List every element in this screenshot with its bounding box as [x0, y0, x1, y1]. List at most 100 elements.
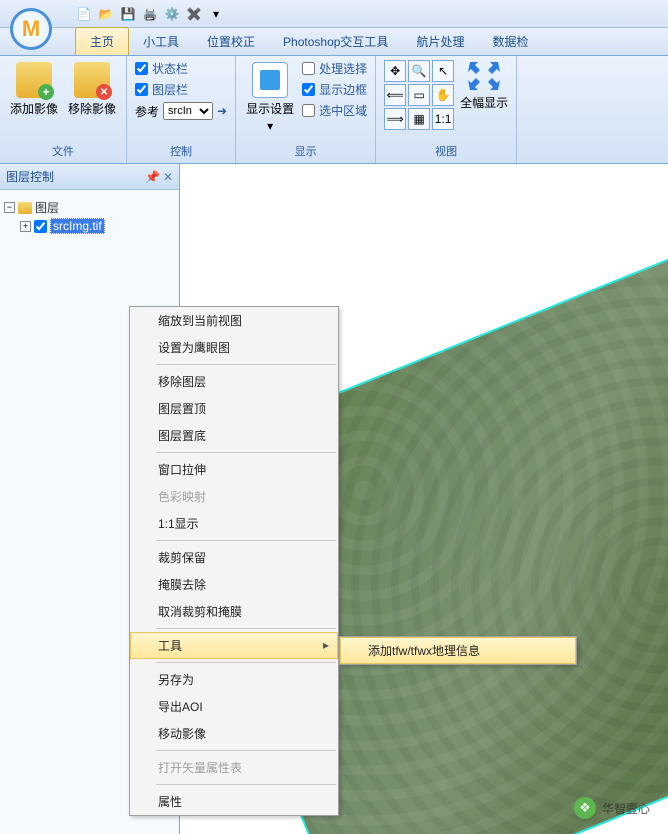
print-icon[interactable]: 🖨️ — [140, 4, 160, 24]
ribbon-tabs: 主页 小工具 位置校正 Photoshop交互工具 航片处理 数据检 — [0, 28, 668, 56]
context-submenu: 添加tfw/tfwx地理信息 — [339, 636, 577, 665]
statusbar-label: 状态栏 — [152, 60, 188, 77]
panel-title: 图层控制 — [6, 168, 54, 185]
layerbar-checkbox[interactable] — [135, 83, 148, 96]
prev-icon[interactable]: ⟸ — [384, 84, 406, 106]
tab-aerial[interactable]: 航片处理 — [402, 28, 478, 55]
root-label: 图层 — [35, 199, 59, 216]
menu-item[interactable]: 取消裁剪和掩膜 — [130, 598, 338, 625]
watermark: ❖ 华智壹心 — [574, 797, 650, 819]
tab-photoshop[interactable]: Photoshop交互工具 — [269, 28, 402, 55]
zoom-icon[interactable]: 🔍 — [408, 60, 430, 82]
group-control: 状态栏 图层栏 参考 srcIn ➜ 控制 — [127, 56, 236, 163]
menu-item[interactable]: 缩放到当前视图 — [130, 307, 338, 334]
group-file-label: 文件 — [8, 141, 118, 161]
menu-item[interactable]: 工具 — [130, 632, 338, 659]
tree-root[interactable]: − 图层 — [4, 198, 175, 217]
panel-close-icon[interactable]: ✕ — [163, 170, 173, 184]
ref-label: 参考 — [135, 103, 159, 120]
remove-image-label: 移除影像 — [68, 100, 116, 117]
select-checkbox[interactable] — [302, 104, 315, 117]
pin-icon[interactable]: 📌 — [145, 170, 160, 184]
group-file: 添加影像 移除影像 文件 — [0, 56, 127, 163]
settings-icon[interactable]: ⚙️ — [162, 4, 182, 24]
add-image-button[interactable]: 添加影像 — [8, 60, 60, 119]
tab-position[interactable]: 位置校正 — [193, 28, 269, 55]
collapse-icon[interactable]: − — [4, 202, 15, 213]
layer-tree: − 图层 + srcImg.tif — [0, 190, 179, 243]
group-display: 显示设置 ▾ 处理选择 显示边框 选中区域 显示 — [236, 56, 376, 163]
add-image-icon — [16, 62, 52, 98]
menu-separator — [156, 540, 336, 541]
submenu-item[interactable]: 添加tfw/tfwx地理信息 — [340, 637, 576, 664]
full-extent-label: 全幅显示 — [460, 94, 508, 111]
view-tools-grid: ✥ 🔍 ↖ ⟸ ▭ ✋ ⟹ ▦ 1:1 — [384, 60, 454, 130]
layer-checkbox[interactable] — [34, 220, 47, 233]
group-view: ✥ 🔍 ↖ ⟸ ▭ ✋ ⟹ ▦ 1:1 全幅显示 视图 — [376, 56, 517, 163]
tab-data[interactable]: 数据检 — [478, 28, 542, 55]
menu-separator — [156, 784, 336, 785]
cursor-icon[interactable]: ↖ — [432, 60, 454, 82]
menu-item[interactable]: 移动影像 — [130, 720, 338, 747]
border-checkbox[interactable] — [302, 83, 315, 96]
layers-icon — [18, 202, 32, 214]
menu-separator — [156, 662, 336, 663]
wechat-icon: ❖ — [574, 797, 596, 819]
menu-separator — [156, 364, 336, 365]
context-menu: 缩放到当前视图设置为鹰眼图移除图层图层置顶图层置底窗口拉伸色彩映射1:1显示裁剪… — [129, 306, 339, 816]
menu-separator — [156, 452, 336, 453]
next-icon[interactable]: ⟹ — [384, 108, 406, 130]
pan-icon[interactable]: ✥ — [384, 60, 406, 82]
remove-image-icon — [74, 62, 110, 98]
menu-item[interactable]: 掩膜去除 — [130, 571, 338, 598]
display-icon — [252, 62, 288, 98]
hand-icon[interactable]: ✋ — [432, 84, 454, 106]
border-label: 显示边框 — [319, 81, 367, 98]
layerbar-label: 图层栏 — [152, 81, 188, 98]
menu-item[interactable]: 图层置底 — [130, 422, 338, 449]
statusbar-checkbox[interactable] — [135, 62, 148, 75]
menu-item: 色彩映射 — [130, 483, 338, 510]
save-icon[interactable]: 💾 — [118, 4, 138, 24]
menu-item[interactable]: 设置为鹰眼图 — [130, 334, 338, 361]
menu-item[interactable]: 移除图层 — [130, 368, 338, 395]
expand-icon[interactable]: + — [20, 221, 31, 232]
app-logo: M — [10, 8, 54, 52]
proc-label: 处理选择 — [319, 60, 367, 77]
select-label: 选中区域 — [319, 102, 367, 119]
close-icon[interactable]: ✖️ — [184, 4, 204, 24]
menu-item[interactable]: 导出AOI — [130, 693, 338, 720]
full-extent-icon — [468, 60, 500, 92]
display-settings-button[interactable]: 显示设置 ▾ — [244, 60, 296, 135]
tab-tools[interactable]: 小工具 — [129, 28, 193, 55]
remove-image-button[interactable]: 移除影像 — [66, 60, 118, 119]
group-view-label: 视图 — [384, 141, 508, 161]
menu-item: 打开矢量属性表 — [130, 754, 338, 781]
ref-arrow-icon[interactable]: ➜ — [217, 104, 227, 118]
menu-separator — [156, 628, 336, 629]
ratio-icon[interactable]: 1:1 — [432, 108, 454, 130]
menu-item[interactable]: 属性 — [130, 788, 338, 815]
logo-icon: M — [10, 8, 52, 50]
tab-home[interactable]: 主页 — [75, 27, 129, 55]
dropdown-icon[interactable]: ▾ — [206, 4, 226, 24]
menu-item[interactable]: 裁剪保留 — [130, 544, 338, 571]
panel-header: 图层控制 📌 ✕ — [0, 164, 179, 190]
menu-item[interactable]: 图层置顶 — [130, 395, 338, 422]
menu-item[interactable]: 另存为 — [130, 666, 338, 693]
watermark-text: 华智壹心 — [602, 800, 650, 817]
menu-item[interactable]: 窗口拉伸 — [130, 456, 338, 483]
new-icon[interactable]: 📄 — [74, 4, 94, 24]
proc-checkbox[interactable] — [302, 62, 315, 75]
menu-separator — [156, 750, 336, 751]
grid-icon[interactable]: ▦ — [408, 108, 430, 130]
rect-icon[interactable]: ▭ — [408, 84, 430, 106]
ref-select[interactable]: srcIn — [163, 102, 213, 120]
open-icon[interactable]: 📂 — [96, 4, 116, 24]
menu-item[interactable]: 1:1显示 — [130, 510, 338, 537]
layer-label: srcImg.tif — [50, 218, 105, 234]
tree-item[interactable]: + srcImg.tif — [4, 217, 175, 235]
full-extent-button[interactable]: 全幅显示 — [460, 60, 508, 111]
group-display-label: 显示 — [244, 141, 367, 161]
quick-access-toolbar: 📄 📂 💾 🖨️ ⚙️ ✖️ ▾ — [74, 4, 226, 24]
